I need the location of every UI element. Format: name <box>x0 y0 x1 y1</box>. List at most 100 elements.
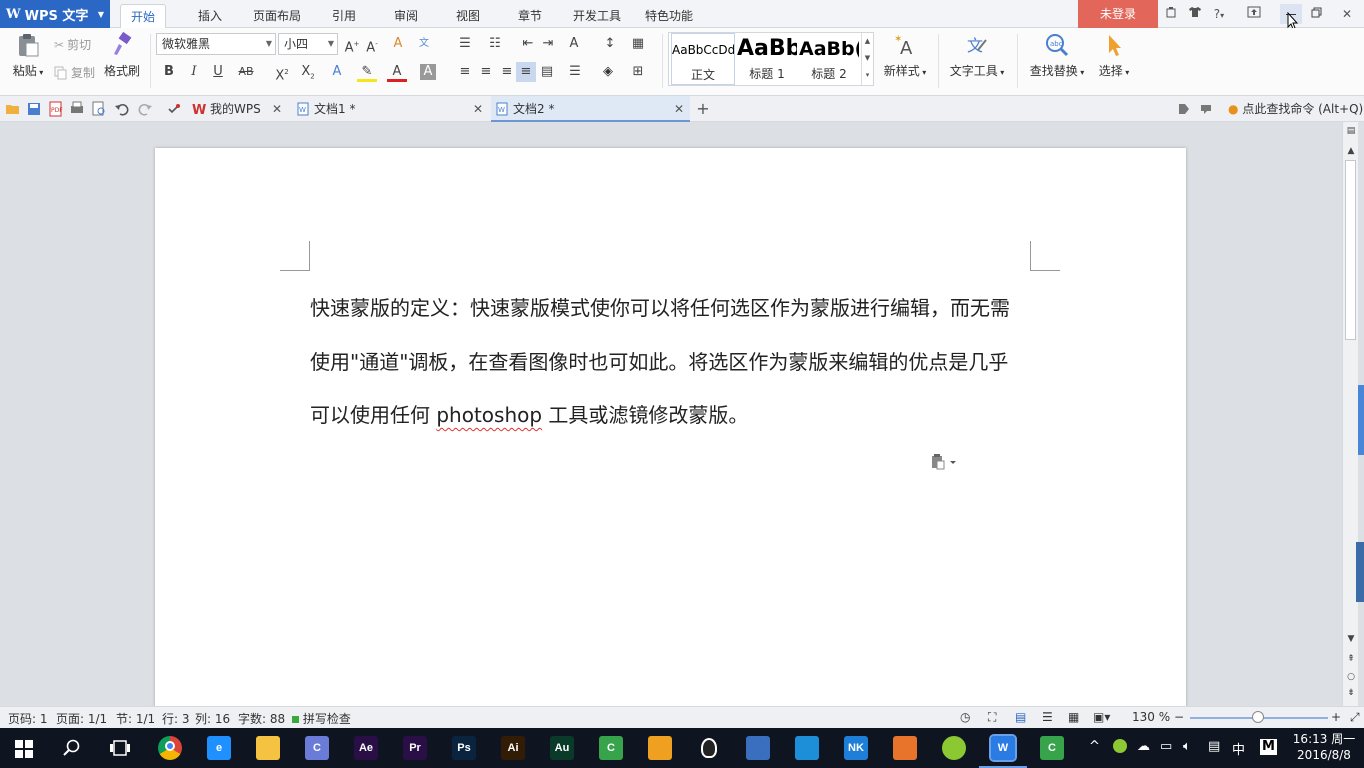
align-right-icon[interactable]: ≡ <box>497 62 517 82</box>
subscript-icon[interactable]: X2 <box>298 62 318 82</box>
camtasia-icon[interactable]: C <box>599 736 623 760</box>
font-name-select[interactable]: 微软雅黑 ▼ <box>156 33 276 55</box>
history-icon[interactable]: ◷ <box>960 710 970 724</box>
close-button[interactable]: ✕ <box>1336 4 1358 24</box>
font-color-icon[interactable]: A <box>387 62 407 82</box>
document-page[interactable]: 快速蒙版的定义：快速蒙版模式使你可以将任何选区作为蒙版进行编辑，而无需 使用"通… <box>155 148 1186 706</box>
nk-icon[interactable]: NK <box>844 736 868 760</box>
increase-indent-icon[interactable]: ⇥ <box>538 34 558 54</box>
network-icon[interactable]: ▭ <box>1160 739 1172 754</box>
camtasia2-icon[interactable]: C <box>1040 736 1064 760</box>
ae-icon[interactable]: Ae <box>354 736 378 760</box>
shirt-icon[interactable] <box>1184 4 1206 24</box>
close-icon[interactable]: ✕ <box>674 96 684 122</box>
tab-review[interactable]: 审阅 <box>384 4 428 28</box>
tray-expand-icon[interactable]: ^ <box>1089 739 1100 754</box>
au-icon[interactable]: Au <box>550 736 574 760</box>
copy-button[interactable]: 复制 <box>54 64 95 81</box>
new-tab-button[interactable]: + <box>694 96 712 122</box>
windows-start-icon[interactable] <box>15 740 33 758</box>
format-painter-button[interactable]: 格式刷 <box>102 32 142 79</box>
login-button[interactable]: 未登录 <box>1078 0 1158 28</box>
side-panel-widget[interactable] <box>1356 542 1364 602</box>
fullscreen-icon[interactable]: ⛶ <box>988 710 996 725</box>
print-preview-icon[interactable] <box>91 101 107 117</box>
paste-options-button[interactable] <box>931 454 959 473</box>
new-style-button[interactable]: A ✶ 新样式 ▾ <box>880 32 930 79</box>
open-folder-icon[interactable] <box>5 101 21 117</box>
wps-icon[interactable]: W <box>979 734 1027 768</box>
zoom-out-icon[interactable]: − <box>1174 710 1184 724</box>
task-view-icon[interactable] <box>110 739 130 757</box>
distributed-icon[interactable]: ▤ <box>537 62 557 82</box>
sort-icon[interactable]: ↕ <box>600 34 620 54</box>
justify-icon[interactable]: ≡ <box>516 62 536 82</box>
chrome-icon[interactable] <box>158 736 182 760</box>
misspelled-word[interactable]: photoshop <box>436 403 542 427</box>
chinese-layout-icon[interactable]: A <box>564 34 584 54</box>
status-word-count[interactable]: 字数: 88 <box>238 710 285 727</box>
scroll-map-icon[interactable]: ▤ <box>1343 126 1359 136</box>
numbered-list-icon[interactable]: ☷ <box>485 34 505 54</box>
side-panel-handle[interactable] <box>1358 385 1364 455</box>
scroll-thumb[interactable] <box>1345 160 1356 340</box>
tab-chapter[interactable]: 章节 <box>508 4 552 28</box>
browse-object-icon[interactable]: ○ <box>1343 672 1359 682</box>
c4d-icon[interactable]: C <box>305 736 329 760</box>
tab-page-layout[interactable]: 页面布局 <box>243 4 311 28</box>
style-heading-1[interactable]: AaBb 标题 1 <box>737 33 797 85</box>
bird-icon[interactable] <box>795 736 819 760</box>
style-heading-2[interactable]: AaBb( 标题 2 <box>799 33 859 85</box>
clear-format-icon[interactable]: A <box>388 34 408 54</box>
system-clock[interactable]: 16:13 周一 2016/8/8 <box>1288 731 1360 763</box>
tab-special-features[interactable]: 特色功能 <box>635 4 703 28</box>
font-size-select[interactable]: 小四 ▼ <box>278 33 338 55</box>
fl-icon[interactable] <box>648 736 672 760</box>
redo-icon[interactable] <box>137 101 153 117</box>
feather-icon[interactable] <box>893 736 917 760</box>
page-up-icon[interactable]: ⇞ <box>1343 654 1359 664</box>
qq-icon[interactable] <box>697 736 721 760</box>
scroll-up-icon[interactable]: ▲ <box>1343 146 1359 156</box>
zoom-in-icon[interactable]: + <box>1331 710 1341 724</box>
vertical-scrollbar[interactable]: ▤ ▲ ▼ ⇞ ○ ⇟ <box>1342 122 1358 706</box>
highlight-icon[interactable]: ✎ <box>357 62 377 82</box>
pr-icon[interactable]: Pr <box>403 736 427 760</box>
zoom-slider-thumb[interactable] <box>1251 711 1264 723</box>
find-replace-button[interactable]: abc 查找替换 ▾ <box>1027 32 1087 79</box>
tab-home[interactable]: 开始 <box>120 4 167 28</box>
align-left-icon[interactable]: ≡ <box>455 62 475 82</box>
decrease-indent-icon[interactable]: ⇤ <box>518 34 538 54</box>
ai-icon[interactable]: Ai <box>501 736 525 760</box>
spell-check-toggle[interactable]: 拼写检查 <box>292 710 351 727</box>
tray-app-icon[interactable] <box>1113 739 1127 757</box>
page-down-icon[interactable]: ⇟ <box>1343 688 1359 698</box>
tab-developer[interactable]: 开发工具 <box>563 4 631 28</box>
bold-icon[interactable]: B <box>159 62 179 82</box>
strikethrough-icon[interactable]: AB <box>236 62 256 82</box>
close-icon[interactable]: ✕ <box>272 96 282 122</box>
ps-icon[interactable]: Ps <box>452 736 476 760</box>
tab-my-wps[interactable]: W 我的WPS ✕ <box>188 96 288 122</box>
web-view-icon[interactable]: ▦ <box>1068 710 1079 724</box>
status-page[interactable]: 页面: 1/1 <box>56 710 107 727</box>
style-normal[interactable]: AaBbCcDd 正文 <box>671 33 735 85</box>
save-icon[interactable] <box>26 101 42 117</box>
shrink-font-icon[interactable]: A- <box>362 34 382 55</box>
upload-icon[interactable] <box>1243 4 1265 24</box>
tab-insert[interactable]: 插入 <box>188 4 232 28</box>
line-spacing-icon[interactable]: ☰ <box>565 62 585 82</box>
edge-icon[interactable]: e <box>207 736 231 760</box>
export-pdf-icon[interactable]: PDF <box>48 101 64 117</box>
outline-view-icon[interactable]: ☰ <box>1042 710 1053 724</box>
scroll-down-icon[interactable]: ▼ <box>1343 634 1359 644</box>
text-tools-button[interactable]: 文 文字工具 ▾ <box>948 32 1006 79</box>
paste-button[interactable]: 粘贴 ▾ <box>8 32 48 79</box>
italic-icon[interactable]: I <box>184 62 204 82</box>
tab-references[interactable]: 引用 <box>322 4 366 28</box>
align-center-icon[interactable]: ≡ <box>476 62 496 82</box>
tab-document-1[interactable]: W 文档1 * ✕ <box>292 96 489 122</box>
grow-font-icon[interactable]: A+ <box>342 34 362 55</box>
search-icon[interactable] <box>63 739 81 757</box>
undo-icon[interactable] <box>114 101 130 117</box>
